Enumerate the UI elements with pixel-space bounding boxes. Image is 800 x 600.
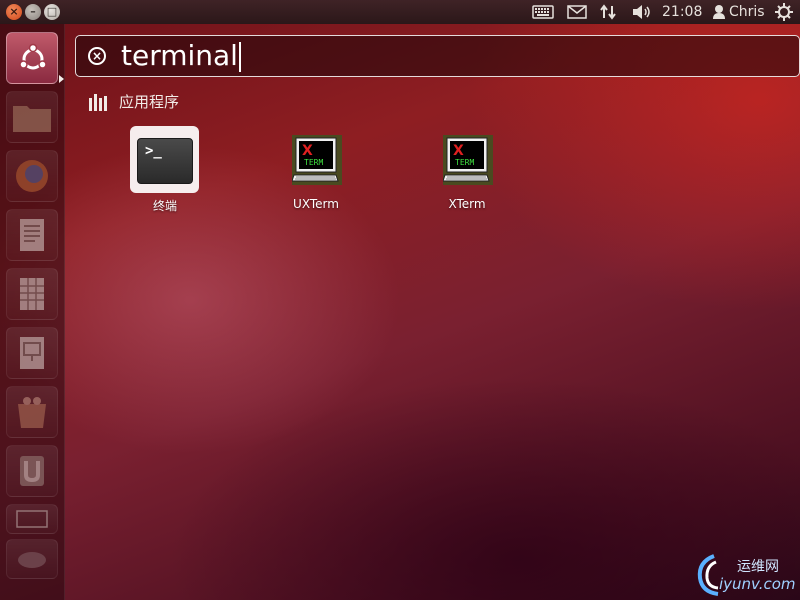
terminal-icon[interactable]: >_ [137,138,193,184]
spreadsheet-icon [20,278,44,310]
writer-launcher-button[interactable] [6,209,58,261]
presentation-icon [20,337,44,369]
xterm-icon[interactable]: X TERM [443,135,493,185]
xterm-icon[interactable]: X TERM [292,135,342,185]
workspace-icon [16,510,48,528]
user-icon[interactable] [711,0,727,24]
result-label: XTerm [448,197,486,211]
firefox-icon [16,160,48,192]
ubuntu-logo-icon [19,43,47,70]
clock[interactable]: 21:08 [662,0,702,24]
gear-icon[interactable] [775,0,793,24]
text-cursor [238,42,241,72]
window-close-button[interactable]: × [6,4,22,20]
folder-icon [13,106,51,132]
svg-text:TERM: TERM [455,158,474,167]
dash-home-button[interactable] [6,32,58,84]
top-panel: × – □ 21:08 Chris [0,0,800,24]
network-icon[interactable] [598,0,618,24]
workspace-switcher-button[interactable] [6,504,58,534]
active-indicator-arrow [59,75,64,83]
search-query-text: terminal [121,39,238,72]
impress-launcher-button[interactable] [6,327,58,379]
calc-launcher-button[interactable] [6,268,58,320]
applications-category-icon [89,94,107,111]
software-center-launcher-button[interactable] [6,386,58,438]
dash-search-box[interactable]: × terminal [75,35,800,77]
ubuntu-one-icon [20,456,44,486]
watermark-text: 运维网 [737,559,779,575]
result-label: UXTerm [293,197,339,211]
user-name[interactable]: Chris [729,0,765,24]
shopping-bag-icon [18,397,46,428]
firefox-launcher-button[interactable] [6,150,58,202]
result-label: 终端 [152,199,177,213]
category-heading: 应用程序 [119,93,180,111]
svg-text:X: X [453,143,464,159]
svg-text:X: X [302,143,313,159]
watermark-url: iyunv.com [719,575,796,593]
launcher [0,24,65,600]
window-maximize-button[interactable]: □ [44,4,60,20]
svg-text:TERM: TERM [304,158,323,167]
window-minimize-button[interactable]: – [25,4,41,20]
trash-launcher-button[interactable] [6,539,58,579]
search-input[interactable]: terminal [121,39,241,73]
trash-icon [18,552,46,568]
mail-icon[interactable] [567,0,587,24]
ubuntu-one-launcher-button[interactable] [6,445,58,497]
sound-icon[interactable] [630,0,654,24]
document-icon [20,219,44,251]
files-launcher-button[interactable] [6,91,58,143]
clear-search-icon[interactable]: × [88,47,106,65]
keyboard-icon[interactable] [531,0,555,24]
